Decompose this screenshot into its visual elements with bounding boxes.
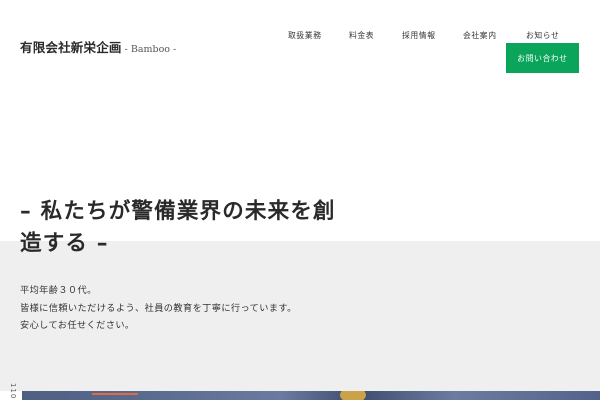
- hero-title: – 私たちが警備業界の未来を創 造する –: [20, 196, 380, 260]
- company-name: 有限会社新栄企画: [20, 40, 122, 55]
- side-vertical-text: 110: [9, 383, 17, 400]
- nav-item-company[interactable]: 会社案内: [463, 30, 497, 41]
- hero-desc-line: 皆様に信頼いただけるよう、社員の教育を丁寧に行っています。: [20, 302, 297, 314]
- hero-description: 平均年齢３０代。 皆様に信頼いただけるよう、社員の教育を丁寧に行っています。 安…: [20, 282, 297, 335]
- hero-title-line-1: – 私たちが警備業界の未来を創: [20, 199, 336, 224]
- contact-button[interactable]: お問い合わせ: [506, 43, 579, 73]
- hero-desc-line: 安心してお任せください。: [20, 320, 135, 331]
- site-header: 有限会社新栄企画 - Bamboo - 取扱業務 料金表 採用情報 会社案内 お知…: [0, 0, 600, 80]
- company-subtitle: - Bamboo -: [124, 44, 177, 55]
- hero-desc-line: 平均年齢３０代。: [20, 285, 97, 296]
- photo-detail: [92, 393, 138, 395]
- hero-photo: [22, 391, 600, 400]
- nav-item-services[interactable]: 取扱業務: [288, 30, 322, 41]
- photo-detail: [340, 391, 366, 400]
- nav-item-pricing[interactable]: 料金表: [349, 30, 374, 41]
- nav-item-recruit[interactable]: 採用情報: [402, 30, 436, 41]
- site-logo[interactable]: 有限会社新栄企画 - Bamboo -: [20, 37, 176, 56]
- hero-title-line-2: 造する –: [20, 231, 109, 256]
- nav-item-news[interactable]: お知らせ: [526, 30, 559, 41]
